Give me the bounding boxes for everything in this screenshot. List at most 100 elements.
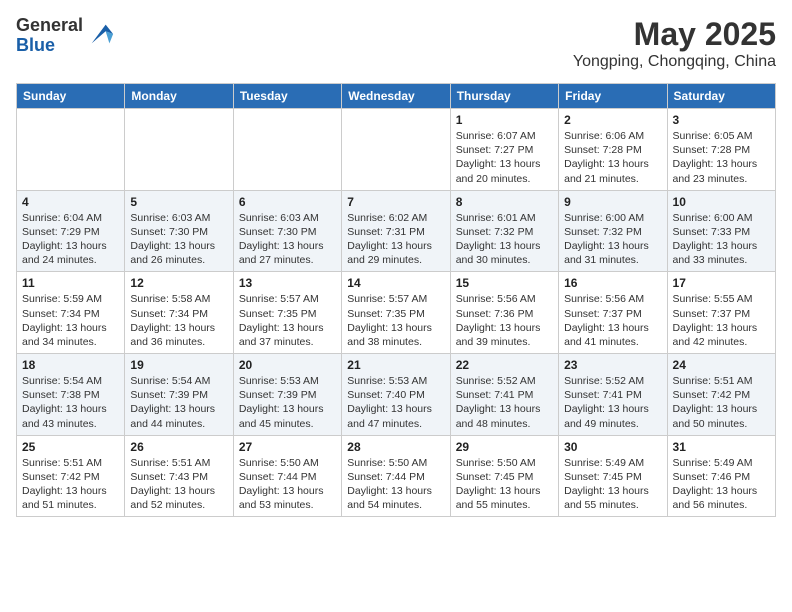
- calendar-cell: 26Sunrise: 5:51 AM Sunset: 7:43 PM Dayli…: [125, 435, 233, 517]
- calendar-cell: 5 Sunrise: 6:03 AM Sunset: 7:30 PM Daylig…: [125, 190, 233, 272]
- day-number: 9: [564, 195, 661, 209]
- day-info: Sunrise: 5:52 AM Sunset: 7:41 PM Dayligh…: [456, 374, 553, 431]
- day-info: Sunrise: 6:07 AM Sunset: 7:27 PM Dayligh…: [456, 129, 553, 186]
- day-number: 19: [130, 358, 227, 372]
- day-info: Sunrise: 5:57 AM Sunset: 7:35 PM Dayligh…: [347, 292, 444, 349]
- calendar-cell: 29 Sunrise: 5:50 AM Sunset: 7:45 PM Dayli…: [450, 435, 558, 517]
- calendar-cell: 3 Sunrise: 6:05 AM Sunset: 7:28 PM Daylig…: [667, 109, 775, 191]
- location-title: Yongping, Chongqing, China: [573, 53, 776, 71]
- header-saturday: Saturday: [667, 84, 775, 109]
- calendar-week-row: 11 Sunrise: 5:59 AM Sunset: 7:34 PM Dayli…: [17, 272, 776, 354]
- day-info: Sunrise: 5:52 AM Sunset: 7:41 PM Dayligh…: [564, 374, 661, 431]
- header-wednesday: Wednesday: [342, 84, 450, 109]
- calendar-cell: 31 Sunrise: 5:49 AM Sunset: 7:46 PM Dayli…: [667, 435, 775, 517]
- calendar-cell: 6 Sunrise: 6:03 AM Sunset: 7:30 PM Daylig…: [233, 190, 341, 272]
- day-info: Sunrise: 5:51 AM Sunset: 7:42 PM Dayligh…: [673, 374, 770, 431]
- logo-blue: Blue: [16, 36, 83, 56]
- day-number: 30: [564, 440, 661, 454]
- calendar-cell: 4Sunrise: 6:04 AM Sunset: 7:29 PM Daylig…: [17, 190, 125, 272]
- day-number: 21: [347, 358, 444, 372]
- day-number: 22: [456, 358, 553, 372]
- day-info: Sunrise: 5:59 AM Sunset: 7:34 PM Dayligh…: [22, 292, 119, 349]
- calendar-cell: 17 Sunrise: 5:55 AM Sunset: 7:37 PM Dayli…: [667, 272, 775, 354]
- calendar-week-row: 4Sunrise: 6:04 AM Sunset: 7:29 PM Daylig…: [17, 190, 776, 272]
- day-number: 17: [673, 276, 770, 290]
- calendar-cell: 10 Sunrise: 6:00 AM Sunset: 7:33 PM Dayli…: [667, 190, 775, 272]
- day-number: 31: [673, 440, 770, 454]
- day-number: 2: [564, 113, 661, 127]
- day-info: Sunrise: 5:53 AM Sunset: 7:40 PM Dayligh…: [347, 374, 444, 431]
- calendar-cell: 12Sunrise: 5:58 AM Sunset: 7:34 PM Dayli…: [125, 272, 233, 354]
- header-friday: Friday: [559, 84, 667, 109]
- day-info: Sunrise: 6:05 AM Sunset: 7:28 PM Dayligh…: [673, 129, 770, 186]
- calendar-cell: 23 Sunrise: 5:52 AM Sunset: 7:41 PM Dayli…: [559, 354, 667, 436]
- calendar-cell: 25 Sunrise: 5:51 AM Sunset: 7:42 PM Dayli…: [17, 435, 125, 517]
- calendar-cell: 18Sunrise: 5:54 AM Sunset: 7:38 PM Dayli…: [17, 354, 125, 436]
- logo-general: General: [16, 16, 83, 36]
- calendar-week-row: 1 Sunrise: 6:07 AM Sunset: 7:27 PM Daylig…: [17, 109, 776, 191]
- calendar-cell: 22 Sunrise: 5:52 AM Sunset: 7:41 PM Dayli…: [450, 354, 558, 436]
- calendar-cell: [233, 109, 341, 191]
- calendar-week-row: 25 Sunrise: 5:51 AM Sunset: 7:42 PM Dayli…: [17, 435, 776, 517]
- day-number: 8: [456, 195, 553, 209]
- logo-icon: [87, 20, 115, 48]
- day-info: Sunrise: 5:50 AM Sunset: 7:45 PM Dayligh…: [456, 456, 553, 513]
- logo-text: General Blue: [16, 16, 83, 56]
- page-header: General Blue May 2025 Yongping, Chongqin…: [16, 16, 776, 71]
- calendar-cell: 13Sunrise: 5:57 AM Sunset: 7:35 PM Dayli…: [233, 272, 341, 354]
- day-info: Sunrise: 6:06 AM Sunset: 7:28 PM Dayligh…: [564, 129, 661, 186]
- day-info: Sunrise: 5:56 AM Sunset: 7:37 PM Dayligh…: [564, 292, 661, 349]
- calendar-cell: 20 Sunrise: 5:53 AM Sunset: 7:39 PM Dayli…: [233, 354, 341, 436]
- day-info: Sunrise: 5:53 AM Sunset: 7:39 PM Dayligh…: [239, 374, 336, 431]
- day-number: 25: [22, 440, 119, 454]
- day-number: 16: [564, 276, 661, 290]
- day-number: 11: [22, 276, 119, 290]
- header-monday: Monday: [125, 84, 233, 109]
- day-number: 1: [456, 113, 553, 127]
- calendar-cell: [17, 109, 125, 191]
- day-info: Sunrise: 5:58 AM Sunset: 7:34 PM Dayligh…: [130, 292, 227, 349]
- day-number: 10: [673, 195, 770, 209]
- calendar-cell: 27Sunrise: 5:50 AM Sunset: 7:44 PM Dayli…: [233, 435, 341, 517]
- day-number: 5: [130, 195, 227, 209]
- day-number: 6: [239, 195, 336, 209]
- calendar-cell: 16 Sunrise: 5:56 AM Sunset: 7:37 PM Dayli…: [559, 272, 667, 354]
- calendar-table: SundayMondayTuesdayWednesdayThursdayFrid…: [16, 83, 776, 517]
- calendar-cell: 24Sunrise: 5:51 AM Sunset: 7:42 PM Dayli…: [667, 354, 775, 436]
- calendar-cell: 28 Sunrise: 5:50 AM Sunset: 7:44 PM Dayli…: [342, 435, 450, 517]
- day-info: Sunrise: 6:03 AM Sunset: 7:30 PM Dayligh…: [130, 211, 227, 268]
- day-info: Sunrise: 5:51 AM Sunset: 7:42 PM Dayligh…: [22, 456, 119, 513]
- calendar-cell: 8Sunrise: 6:01 AM Sunset: 7:32 PM Daylig…: [450, 190, 558, 272]
- calendar-cell: 19 Sunrise: 5:54 AM Sunset: 7:39 PM Dayli…: [125, 354, 233, 436]
- day-info: Sunrise: 6:02 AM Sunset: 7:31 PM Dayligh…: [347, 211, 444, 268]
- day-info: Sunrise: 6:00 AM Sunset: 7:32 PM Dayligh…: [564, 211, 661, 268]
- day-number: 7: [347, 195, 444, 209]
- day-info: Sunrise: 5:50 AM Sunset: 7:44 PM Dayligh…: [239, 456, 336, 513]
- day-info: Sunrise: 5:54 AM Sunset: 7:38 PM Dayligh…: [22, 374, 119, 431]
- month-year-title: May 2025: [573, 16, 776, 53]
- day-info: Sunrise: 5:56 AM Sunset: 7:36 PM Dayligh…: [456, 292, 553, 349]
- day-info: Sunrise: 6:00 AM Sunset: 7:33 PM Dayligh…: [673, 211, 770, 268]
- day-info: Sunrise: 5:54 AM Sunset: 7:39 PM Dayligh…: [130, 374, 227, 431]
- calendar-cell: 21 Sunrise: 5:53 AM Sunset: 7:40 PM Dayli…: [342, 354, 450, 436]
- calendar-header-row: SundayMondayTuesdayWednesdayThursdayFrid…: [17, 84, 776, 109]
- calendar-cell: 7 Sunrise: 6:02 AM Sunset: 7:31 PM Daylig…: [342, 190, 450, 272]
- day-number: 15: [456, 276, 553, 290]
- calendar-cell: 14Sunrise: 5:57 AM Sunset: 7:35 PM Dayli…: [342, 272, 450, 354]
- calendar-cell: 15 Sunrise: 5:56 AM Sunset: 7:36 PM Dayli…: [450, 272, 558, 354]
- day-info: Sunrise: 6:04 AM Sunset: 7:29 PM Dayligh…: [22, 211, 119, 268]
- calendar-cell: 1 Sunrise: 6:07 AM Sunset: 7:27 PM Daylig…: [450, 109, 558, 191]
- day-info: Sunrise: 6:03 AM Sunset: 7:30 PM Dayligh…: [239, 211, 336, 268]
- day-number: 28: [347, 440, 444, 454]
- day-info: Sunrise: 5:55 AM Sunset: 7:37 PM Dayligh…: [673, 292, 770, 349]
- day-number: 26: [130, 440, 227, 454]
- day-info: Sunrise: 5:49 AM Sunset: 7:45 PM Dayligh…: [564, 456, 661, 513]
- day-number: 23: [564, 358, 661, 372]
- day-number: 3: [673, 113, 770, 127]
- day-info: Sunrise: 5:50 AM Sunset: 7:44 PM Dayligh…: [347, 456, 444, 513]
- logo: General Blue: [16, 16, 115, 56]
- day-info: Sunrise: 5:49 AM Sunset: 7:46 PM Dayligh…: [673, 456, 770, 513]
- day-number: 20: [239, 358, 336, 372]
- calendar-cell: [125, 109, 233, 191]
- day-number: 29: [456, 440, 553, 454]
